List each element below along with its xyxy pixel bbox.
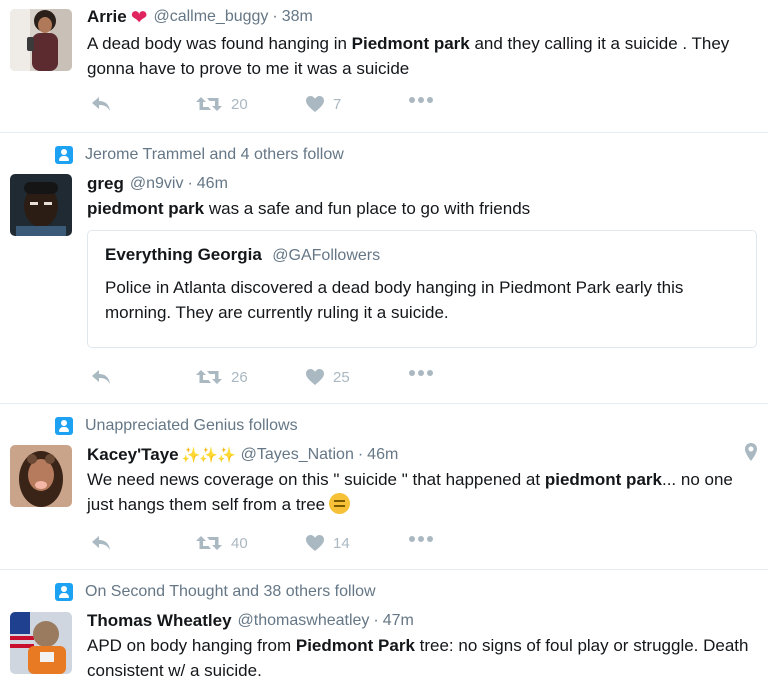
person-icon [55, 146, 73, 164]
more-button[interactable] [408, 95, 434, 105]
avatar-greg[interactable] [10, 174, 72, 236]
timestamp[interactable]: 46m [197, 175, 228, 193]
more-button[interactable] [408, 368, 434, 378]
quoted-tweet-header: Everything Georgia @GAFollowers [105, 245, 380, 265]
tweet-arrie[interactable]: Arrie ❤ @callme_buggy · 38m A dead body … [0, 0, 768, 133]
timestamp[interactable]: 38m [282, 8, 313, 26]
like-button[interactable]: 7 [305, 95, 341, 113]
social-context-text[interactable]: Jerome Trammel and 4 others follow [85, 146, 344, 164]
quoted-display-name[interactable]: Everything Georgia [105, 245, 262, 264]
tweet-header: Thomas Wheatley @thomaswheatley · 47m [87, 609, 414, 633]
like-count: 7 [333, 95, 342, 113]
retweet-icon [196, 536, 222, 550]
reply-icon [92, 370, 110, 384]
more-dots-icon [409, 536, 433, 542]
retweet-icon [196, 97, 222, 111]
tweet-text: APD on body hanging from Piedmont Park t… [87, 636, 749, 680]
social-context-text[interactable]: Unappreciated Genius follows [85, 417, 298, 435]
reply-icon [92, 536, 110, 550]
tweet-text: A dead body was found hanging in Piedmon… [87, 34, 730, 78]
heart-icon [306, 369, 324, 385]
separator-dot: · [187, 175, 193, 192]
display-name[interactable]: Thomas Wheatley [87, 611, 232, 631]
social-context: Jerome Trammel and 4 others follow [55, 145, 344, 165]
display-name[interactable]: Kacey'Taye [87, 445, 179, 465]
username[interactable]: @Tayes_Nation [241, 446, 354, 464]
retweet-count: 40 [231, 534, 248, 552]
timeline-feed: Arrie ❤ @callme_buggy · 38m A dead body … [0, 0, 768, 695]
avatar-arrie[interactable] [10, 9, 72, 71]
username[interactable]: @n9viv [130, 175, 184, 193]
social-context: On Second Thought and 38 others follow [55, 582, 376, 602]
tweet-text: We need news coverage on this " suicide … [87, 467, 757, 517]
reply-icon [92, 97, 110, 111]
tweet-thomas-wheatley[interactable]: On Second Thought and 38 others follow T… [0, 570, 768, 695]
retweet-button[interactable]: 20 [195, 95, 248, 113]
timestamp[interactable]: 46m [367, 446, 398, 464]
separator-dot: · [357, 446, 364, 463]
sparkles-emoji: ✨✨✨ [181, 447, 236, 464]
heart-icon [306, 96, 324, 112]
expressionless-face-emoji [329, 493, 351, 514]
display-name[interactable]: greg [87, 174, 124, 194]
tweet-header: greg @n9viv · 46m [87, 172, 228, 196]
username[interactable]: @callme_buggy [153, 8, 268, 26]
social-context-text[interactable]: On Second Thought and 38 others follow [85, 583, 376, 601]
like-button[interactable]: 14 [305, 534, 350, 552]
avatar-kacey-taye[interactable] [10, 445, 72, 507]
heart-emoji: ❤ [130, 6, 148, 29]
like-count: 14 [333, 534, 350, 552]
reply-button[interactable] [90, 368, 112, 386]
tweet-greg[interactable]: Jerome Trammel and 4 others follow greg … [0, 133, 768, 404]
tweet-kacey-taye[interactable]: Unappreciated Genius follows Kacey'Taye … [0, 404, 768, 570]
quoted-tweet[interactable]: Everything Georgia @GAFollowers Police i… [87, 230, 757, 348]
heart-icon [306, 535, 324, 551]
like-count: 25 [333, 368, 350, 386]
retweet-count: 20 [231, 95, 248, 113]
quoted-tweet-text: Police in Atlanta discovered a dead body… [105, 278, 684, 322]
timestamp[interactable]: 47m [383, 612, 414, 630]
retweet-count: 26 [231, 368, 248, 386]
tweet-header: Kacey'Taye ✨✨✨ @Tayes_Nation · 46m [87, 443, 398, 467]
display-name[interactable]: Arrie [87, 7, 127, 27]
more-dots-icon [409, 370, 433, 376]
person-icon [55, 583, 73, 601]
separator-dot: · [272, 8, 278, 25]
reply-button[interactable] [90, 95, 112, 113]
more-dots-icon [409, 97, 433, 103]
more-button[interactable] [408, 534, 434, 544]
tweet-text: piedmont park was a safe and fun place t… [87, 199, 531, 218]
tweet-text-body: We need news coverage on this " suicide … [87, 470, 733, 514]
retweet-icon [196, 370, 222, 384]
retweet-button[interactable]: 40 [195, 534, 248, 552]
person-icon [55, 417, 73, 435]
quoted-username[interactable]: @GAFollowers [272, 247, 380, 264]
like-button[interactable]: 25 [305, 368, 350, 386]
location-pin-icon[interactable] [744, 442, 758, 462]
avatar-thomas-wheatley[interactable] [10, 612, 72, 674]
social-context: Unappreciated Genius follows [55, 416, 298, 436]
username[interactable]: @thomaswheatley [238, 612, 370, 630]
tweet-header: Arrie ❤ @callme_buggy · 38m [87, 5, 313, 29]
retweet-button[interactable]: 26 [195, 368, 248, 386]
separator-dot: · [373, 612, 379, 629]
reply-button[interactable] [90, 534, 112, 552]
